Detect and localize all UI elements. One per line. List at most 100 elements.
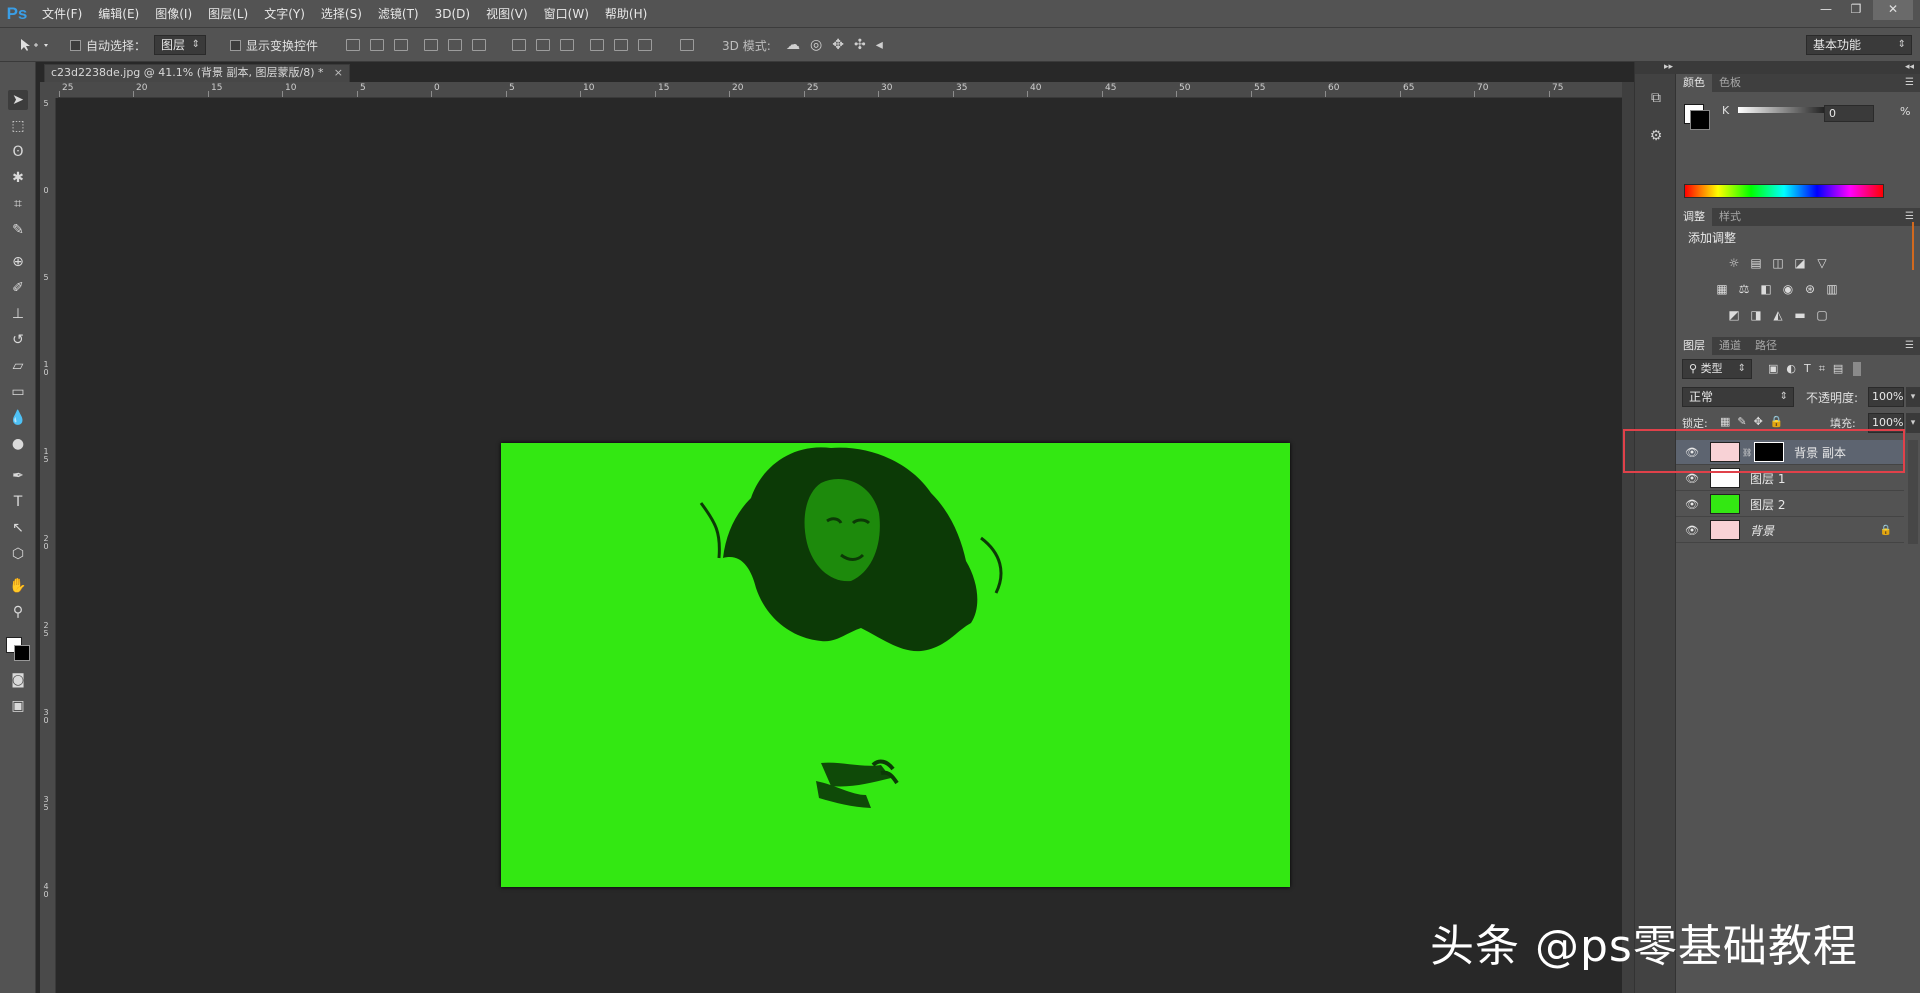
3d-slide-icon[interactable]: ✣ bbox=[854, 37, 866, 53]
opacity-slider-toggle-icon[interactable]: ▾ bbox=[1906, 387, 1920, 407]
visibility-eye-icon[interactable]: 👁 bbox=[1682, 524, 1702, 537]
history-brush-tool-icon[interactable]: ↺ bbox=[8, 330, 28, 350]
tab-adjustments[interactable]: 调整 bbox=[1676, 208, 1712, 226]
blend-mode-dropdown[interactable]: 正常 bbox=[1682, 387, 1794, 407]
menu-select[interactable]: 选择(S) bbox=[313, 0, 370, 28]
exposure-icon[interactable]: ◪ bbox=[1792, 256, 1808, 270]
gradient-tool-icon[interactable]: ▭ bbox=[8, 382, 28, 402]
show-transform-checkbox[interactable] bbox=[230, 39, 241, 51]
menu-view[interactable]: 视图(V) bbox=[478, 0, 536, 28]
tab-channels[interactable]: 通道 bbox=[1712, 337, 1748, 355]
3d-rotate-icon[interactable]: ☁ bbox=[786, 37, 800, 53]
menu-file[interactable]: 文件(F) bbox=[34, 0, 90, 28]
quick-mask-icon[interactable]: ◙ bbox=[8, 670, 28, 690]
3d-mode-tools[interactable]: ☁ ◎ ✥ ✣ ◂ bbox=[786, 35, 883, 55]
menu-3d[interactable]: 3D(D) bbox=[427, 0, 478, 28]
photo-filter-icon[interactable]: ◉ bbox=[1780, 282, 1796, 296]
distribute-left-icon[interactable] bbox=[590, 39, 604, 51]
panels-collapse-icon[interactable]: ◂◂ bbox=[1676, 62, 1920, 74]
invert-icon[interactable]: ◩ bbox=[1726, 308, 1742, 322]
history-panel-icon[interactable]: ⧉ bbox=[1644, 86, 1668, 110]
color-k-slider[interactable] bbox=[1738, 107, 1838, 113]
layer-filter-type-dropdown[interactable]: ⚲ 类型 bbox=[1682, 359, 1752, 379]
dock-collapse-icon[interactable]: ▸▸ bbox=[1635, 62, 1677, 74]
menu-filter[interactable]: 滤镜(T) bbox=[370, 0, 427, 28]
magic-wand-tool-icon[interactable]: ✱ bbox=[8, 168, 28, 188]
align-hcenter-icon[interactable] bbox=[448, 39, 462, 51]
3d-scale-icon[interactable]: ◂ bbox=[876, 37, 883, 53]
layer-row-layer-2[interactable]: 👁 图层 2 bbox=[1676, 492, 1904, 517]
hue-saturation-icon[interactable]: ▦ bbox=[1714, 282, 1730, 296]
align-right-icon[interactable] bbox=[472, 39, 486, 51]
crop-tool-icon[interactable]: ⌗ bbox=[8, 194, 28, 214]
menu-image[interactable]: 图像(I) bbox=[147, 0, 200, 28]
tab-layers[interactable]: 图层 bbox=[1676, 337, 1712, 355]
menu-window[interactable]: 窗口(W) bbox=[536, 0, 597, 28]
layer-filter-kind-icons[interactable]: ▣◐T⌗▤ bbox=[1768, 362, 1851, 376]
layer-filter-toggle[interactable] bbox=[1853, 362, 1862, 376]
move-tool-preset-icon[interactable] bbox=[18, 35, 50, 55]
auto-align-icon[interactable] bbox=[680, 39, 694, 51]
vibrance-icon[interactable]: ▽ bbox=[1814, 256, 1830, 270]
clone-stamp-tool-icon[interactable]: ⊥ bbox=[8, 304, 28, 324]
distribute-right-icon[interactable] bbox=[638, 39, 652, 51]
curves-icon[interactable]: ◫ bbox=[1770, 256, 1786, 270]
document-tab-close-icon[interactable]: × bbox=[334, 65, 343, 81]
tab-paths[interactable]: 路径 bbox=[1748, 337, 1784, 355]
adjust-panel-scrollbar[interactable] bbox=[1912, 222, 1914, 270]
show-transform-option[interactable]: 显示变换控件 bbox=[230, 35, 318, 55]
distribute-vcenter-icon[interactable] bbox=[536, 39, 550, 51]
hand-tool-icon[interactable]: ✋ bbox=[8, 576, 28, 596]
auto-select-checkbox[interactable] bbox=[70, 39, 81, 51]
3d-drag-icon[interactable]: ✥ bbox=[832, 37, 844, 53]
opacity-value[interactable]: 100% bbox=[1868, 387, 1904, 407]
black-white-icon[interactable]: ◧ bbox=[1758, 282, 1774, 296]
restore-button[interactable]: ❐ bbox=[1843, 0, 1869, 20]
zoom-tool-icon[interactable]: ⚲ bbox=[8, 602, 28, 622]
brush-tool-icon[interactable]: ✐ bbox=[8, 278, 28, 298]
layer-row-background[interactable]: 👁 背景 🔒 bbox=[1676, 518, 1904, 543]
document-canvas[interactable] bbox=[501, 443, 1290, 887]
channel-mixer-icon[interactable]: ⊛ bbox=[1802, 282, 1818, 296]
color-panel-menu-icon[interactable]: ☰ bbox=[1905, 74, 1914, 92]
align-vcenter-icon[interactable] bbox=[370, 39, 384, 51]
distribute-hcenter-icon[interactable] bbox=[614, 39, 628, 51]
pen-tool-icon[interactable]: ✒ bbox=[8, 466, 28, 486]
gradient-map-icon[interactable]: ▬ bbox=[1792, 308, 1808, 322]
color-lookup-icon[interactable]: ▥ bbox=[1824, 282, 1840, 296]
menu-layer[interactable]: 图层(L) bbox=[200, 0, 256, 28]
move-tool-icon[interactable]: ➤ bbox=[8, 90, 28, 110]
auto-select-option[interactable]: 自动选择： bbox=[70, 35, 146, 55]
selective-color-icon[interactable]: ▢ bbox=[1814, 308, 1830, 322]
workspace-dropdown[interactable]: 基本功能 bbox=[1806, 35, 1912, 55]
layer-name[interactable]: 图层 2 bbox=[1750, 496, 1785, 513]
type-tool-icon[interactable]: T bbox=[8, 492, 28, 512]
close-window-button[interactable]: ✕ bbox=[1873, 0, 1913, 20]
auto-select-target-dropdown[interactable]: 图层 bbox=[154, 35, 207, 55]
align-top-icon[interactable] bbox=[346, 39, 360, 51]
background-color-swatch[interactable] bbox=[14, 645, 30, 661]
visibility-eye-icon[interactable]: 👁 bbox=[1682, 472, 1702, 485]
distribute-bottom-icon[interactable] bbox=[560, 39, 574, 51]
document-tab[interactable]: c23d2238de.jpg @ 41.1% (背景 副本, 图层蒙版/8) *… bbox=[44, 64, 350, 82]
canvas-area[interactable] bbox=[57, 99, 1622, 993]
menu-edit[interactable]: 编辑(E) bbox=[90, 0, 147, 28]
brightness-contrast-icon[interactable]: ☼ bbox=[1726, 256, 1742, 270]
canvas-vertical-scrollbar[interactable] bbox=[1622, 82, 1634, 993]
marquee-tool-icon[interactable]: ⬚ bbox=[8, 116, 28, 136]
align-left-icon[interactable] bbox=[424, 39, 438, 51]
threshold-icon[interactable]: ◭ bbox=[1770, 308, 1786, 322]
screen-mode-icon[interactable]: ▣ bbox=[8, 696, 28, 716]
panel-background-swatch[interactable] bbox=[1690, 110, 1710, 130]
tab-styles[interactable]: 样式 bbox=[1712, 208, 1748, 226]
shape-tool-icon[interactable]: ⬡ bbox=[8, 544, 28, 564]
visibility-eye-icon[interactable]: 👁 bbox=[1682, 498, 1702, 511]
3d-roll-icon[interactable]: ◎ bbox=[810, 37, 822, 53]
color-balance-icon[interactable]: ⚖ bbox=[1736, 282, 1752, 296]
align-bottom-icon[interactable] bbox=[394, 39, 408, 51]
lasso-tool-icon[interactable]: ʘ bbox=[8, 142, 28, 162]
eraser-tool-icon[interactable]: ▱ bbox=[8, 356, 28, 376]
fill-slider-toggle-icon[interactable]: ▾ bbox=[1906, 413, 1920, 433]
color-k-value[interactable]: 0 bbox=[1824, 105, 1874, 122]
layers-scrollbar[interactable] bbox=[1908, 440, 1918, 544]
